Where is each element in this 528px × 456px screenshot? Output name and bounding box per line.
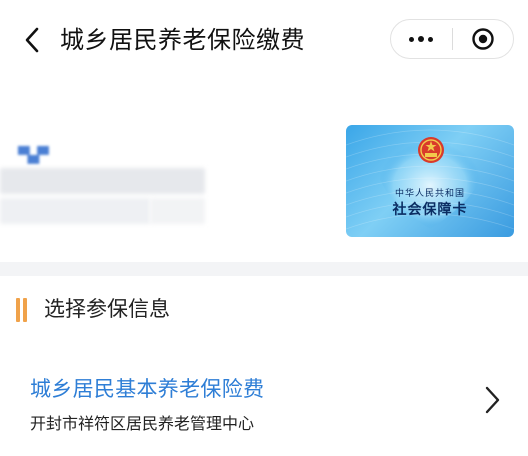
record-target-icon <box>472 28 494 50</box>
section-title: 选择参保信息 <box>44 297 170 321</box>
blurred-user-name <box>0 168 205 194</box>
section-accent-bar <box>16 298 28 322</box>
blurred-user-extra <box>150 198 205 224</box>
chevron-left-icon <box>25 27 39 53</box>
insurance-list-item[interactable]: 城乡居民基本养老保险费 开封市祥符区居民养老管理中心 <box>0 360 528 446</box>
insurance-agency: 开封市祥符区居民养老管理中心 <box>30 414 255 433</box>
blurred-user-logo: ▀▄▀ <box>18 146 49 164</box>
card-name-text: 社会保障卡 <box>392 202 468 218</box>
page-title: 城乡居民养老保险缴费 <box>60 26 305 54</box>
card-issuer-text: 中华人民共和国 <box>394 189 465 199</box>
section-divider <box>0 262 528 276</box>
more-button[interactable] <box>391 19 452 59</box>
back-button[interactable] <box>16 22 48 58</box>
close-button[interactable] <box>452 19 513 59</box>
insurance-title: 城乡居民基本养老保险费 <box>30 377 265 401</box>
section-header: 选择参保信息 <box>0 286 528 334</box>
nav-header: 城乡居民养老保险缴费 <box>0 0 528 80</box>
more-dots-icon <box>409 36 434 42</box>
national-emblem-icon <box>418 137 444 163</box>
social-security-card[interactable]: 中华人民共和国 社会保障卡 <box>346 125 514 237</box>
blurred-user-id <box>0 198 150 224</box>
mini-program-capsule <box>390 19 514 59</box>
chevron-right-icon <box>485 386 500 414</box>
